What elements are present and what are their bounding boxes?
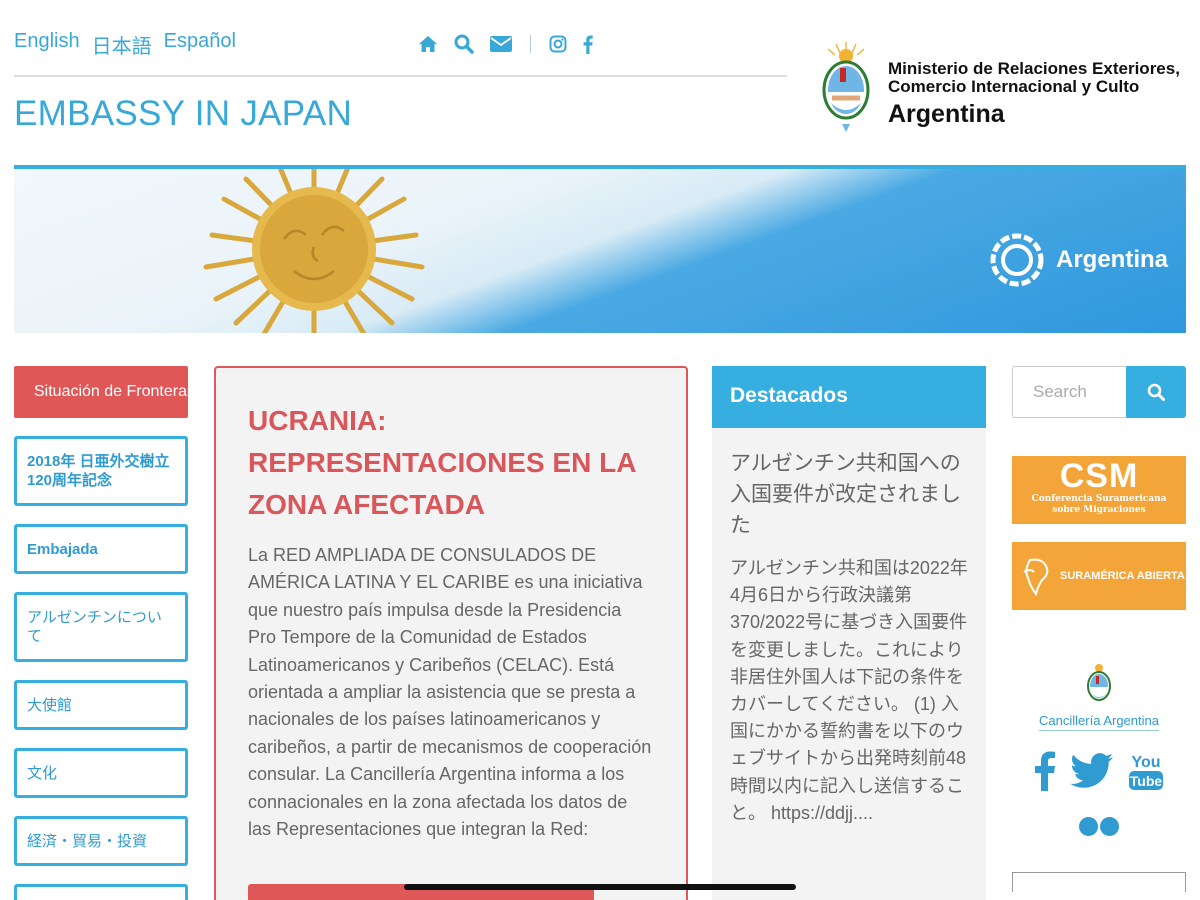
facebook-icon[interactable] [583,35,593,54]
page: English 日本語 Español EMBASSY IN JAPAN Min… [0,0,1200,900]
social-links: You Tube [1012,751,1186,791]
search-icon [1147,383,1165,401]
coat-of-arms-small-icon [1087,664,1111,701]
right-sidebar: Search CSM Conferencia Suramericana sobr… [1012,366,1186,892]
search-button[interactable] [1126,366,1186,418]
argentina-brand-icon [990,233,1044,287]
header-icons [418,34,593,54]
lang-english[interactable]: English [14,30,80,59]
csm-subtitle-2: sobre Migraciones [1052,505,1146,515]
flickr-dot-right [1100,817,1119,836]
svg-text:You: You [1131,754,1160,771]
flickr-dot-left [1079,817,1098,836]
ministry-text: Ministerio de Relaciones Exteriores, Com… [888,60,1180,129]
ministry-logo[interactable]: Ministerio de Relaciones Exteriores, Com… [814,40,1180,136]
icon-separator [530,35,531,53]
flickr-icon[interactable] [1012,817,1186,836]
home-icon[interactable] [418,35,438,53]
search-input[interactable]: Search [1012,366,1126,418]
ministry-name-line2: Comercio Internacional y Culto [888,77,1140,96]
menu-item-anniversary[interactable]: 2018年 日亜外交樹立120周年記念 [14,436,188,506]
facebook-icon[interactable] [1034,751,1056,791]
destacados-item-text: アルゼンチン共和国は2022年4月6日から行政決議第370/2022号に基づき入… [730,558,968,823]
suramerica-map-icon [1023,558,1049,596]
ministry-name-line1: Ministerio de Relaciones Exteriores, [888,59,1180,78]
featured-article: UCRANIA: REPRESENTACIONES EN LA ZONA AFE… [214,366,688,900]
article-body: La RED AMPLIADA DE CONSULADOS DE AMÉRICA… [248,545,652,840]
sun-of-may-icon [203,169,425,333]
header-divider [14,75,787,77]
argentina-brand-label: Argentina [1055,246,1168,273]
argentina-brand: Argentina [988,231,1168,289]
menu-item-embassy[interactable]: 大使館 [14,680,188,730]
lang-spanish[interactable]: Español [164,30,236,59]
twitter-icon[interactable] [1070,753,1114,789]
destacados-item-title[interactable]: アルゼンチン共和国への入国要件が改定されました [712,428,986,541]
suramerica-label: SURAMÉRICA ABIERTA [1060,570,1185,582]
csm-subtitle-1: Conferencia Suramericana [1031,494,1167,504]
cancilleria-label: Cancillería Argentina [1039,713,1159,731]
menu-item-embajada[interactable]: Embajada [14,524,188,574]
svg-text:Tube: Tube [1130,773,1163,789]
csm-title: CSM [1059,457,1139,495]
youtube-icon[interactable]: You Tube [1128,751,1164,791]
search-form: Search [1012,366,1186,418]
menu-item-about-argentina[interactable]: アルゼンチンについて [14,592,188,662]
csm-banner[interactable]: CSM Conferencia Suramericana sobre Migra… [1012,456,1186,524]
coat-of-arms-icon [822,42,870,132]
sidebar-widget-box [1012,872,1186,892]
page-title: EMBASSY IN JAPAN [14,94,353,133]
lang-japanese[interactable]: 日本語 [92,30,152,59]
destacados-panel: Destacados アルゼンチン共和国への入国要件が改定されました アルゼンチ… [712,366,986,900]
destacados-heading: Destacados [712,366,986,428]
home-indicator[interactable] [404,884,796,890]
cancilleria-link[interactable]: Cancillería Argentina [1012,662,1186,731]
mail-icon[interactable] [490,36,512,52]
suramerica-abierta-banner[interactable]: SURAMÉRICA ABIERTA [1012,542,1186,610]
menu-item-economy[interactable]: 経済・貿易・投資 [14,816,188,866]
hero-banner: Argentina [14,165,1186,333]
language-bar: English 日本語 Español [14,30,236,59]
menu-item-next[interactable] [14,884,188,900]
left-menu: Situación de Fronteras 2018年 日亜外交樹立120周年… [14,366,188,900]
menu-item-culture[interactable]: 文化 [14,748,188,798]
article-title[interactable]: UCRANIA: REPRESENTACIONES EN LA ZONA AFE… [248,400,654,526]
search-icon[interactable] [454,34,474,54]
ministry-country: Argentina [888,100,1005,128]
fronteras-button[interactable]: Situación de Fronteras [14,366,188,418]
instagram-icon[interactable] [549,35,567,53]
